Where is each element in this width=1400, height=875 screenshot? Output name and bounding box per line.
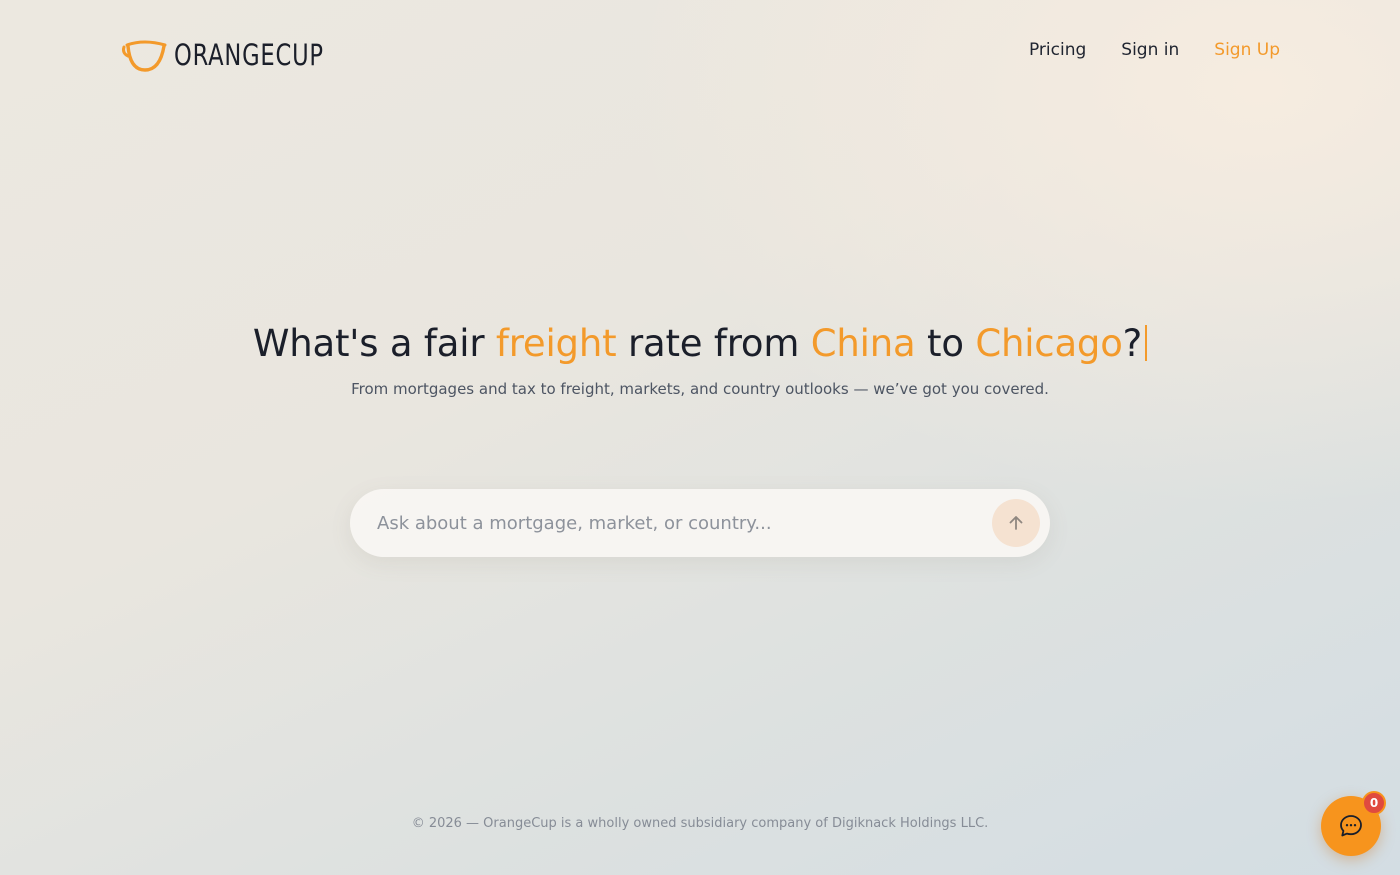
footer: © 2026 — OrangeCup is a wholly owned sub… [411,816,989,831]
brand-logo[interactable]: ORANGECUP [120,36,366,74]
hero: What's a fair freight rate from China to… [0,322,1400,398]
nav-sign-in-link[interactable]: Sign in [1121,40,1179,60]
search-input[interactable] [350,512,992,534]
headline-text: What's a fair [252,322,496,365]
headline-highlight: China [810,322,916,365]
hero-subtitle: From mortgages and tax to freight, marke… [351,380,1049,398]
headline-text: ? [1122,322,1143,365]
cup-icon [122,40,167,72]
chat-bubble-icon [1340,815,1362,837]
headline-text: to [915,322,976,365]
arrow-up-icon [1009,516,1023,530]
nav-sign-up-link[interactable]: Sign Up [1214,40,1280,60]
top-nav: Pricing Sign in Sign Up [1029,40,1280,60]
typing-caret [1145,325,1148,361]
unread-count-badge: 0 [1362,791,1386,815]
site-header: ORANGECUP Pricing Sign in Sign Up [0,0,1400,108]
headline-highlight: freight [495,322,617,365]
search-bar [350,489,1050,557]
headline-text: rate from [616,322,811,365]
nav-pricing-link[interactable]: Pricing [1029,40,1086,60]
hero-headline: What's a fair freight rate from China to… [0,322,1400,365]
submit-button[interactable] [992,499,1040,547]
headline-highlight: Chicago [975,322,1123,365]
brand-name: ORANGECUP [174,38,324,72]
